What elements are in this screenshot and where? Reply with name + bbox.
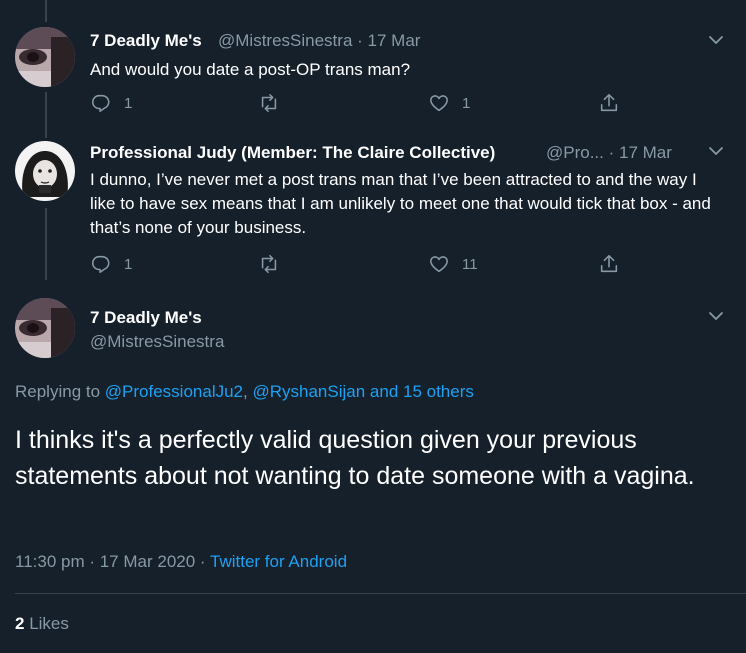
divider	[15, 593, 746, 594]
like-count: 1	[462, 94, 471, 112]
reply-count: 1	[124, 255, 133, 273]
share-icon	[600, 93, 618, 112]
meta-dot: ·	[608, 143, 620, 162]
replying-separator: ,	[243, 382, 248, 401]
tweet-meta: @MistresSinestra · 17 Mar	[218, 31, 420, 51]
avatar-image	[15, 141, 75, 201]
likes-label: Likes	[29, 614, 69, 633]
chevron-down-icon[interactable]	[706, 30, 726, 50]
retweet-button[interactable]	[258, 253, 280, 275]
likes-summary[interactable]: 2 Likes	[15, 614, 69, 634]
tweet-source[interactable]: Twitter for Android	[210, 552, 347, 571]
avatar[interactable]	[15, 141, 75, 201]
chevron-down-icon[interactable]	[706, 306, 726, 326]
tweet-text: I dunno, I’ve never met a post trans man…	[90, 170, 711, 237]
timestamp-dot: ·	[199, 552, 206, 571]
thread-line-bottom	[45, 208, 47, 280]
heart-icon	[430, 95, 448, 112]
reply-icon	[91, 94, 110, 113]
tweet-text: And would you date a post-OP trans man?	[90, 60, 411, 79]
avatar[interactable]	[15, 298, 75, 358]
tweet-meta: @Pro... · 17 Mar	[546, 143, 672, 163]
tweet-timestamp[interactable]: 11:30 pm · 17 Mar 2020	[15, 552, 195, 571]
share-icon	[600, 254, 618, 273]
share-button[interactable]	[598, 92, 620, 114]
handle[interactable]: @MistresSinestra	[218, 31, 352, 50]
display-name[interactable]: 7 Deadly Me's	[90, 31, 202, 51]
reply-count: 1	[124, 94, 133, 112]
like-count: 11	[462, 255, 478, 273]
likes-count: 2	[15, 614, 25, 633]
tweet-timestamp-row: 11:30 pm · 17 Mar 2020 · Twitter for And…	[15, 552, 347, 572]
reply-others-link[interactable]: @RyshanSijan and 15 others	[252, 382, 473, 401]
thread-line-middle	[45, 92, 47, 138]
retweet-icon	[261, 254, 277, 274]
meta-dot: ·	[357, 31, 368, 50]
reply-user-link[interactable]: @ProfessionalJu2	[105, 382, 243, 401]
avatar-image	[15, 27, 75, 87]
like-button[interactable]: 11	[428, 253, 478, 275]
handle[interactable]: @MistresSinestra	[90, 332, 224, 352]
handle[interactable]: @Pro...	[546, 143, 604, 162]
heart-icon	[430, 256, 448, 273]
chevron-down-icon[interactable]	[706, 141, 726, 161]
share-button[interactable]	[598, 253, 620, 275]
replying-to: Replying to @ProfessionalJu2, @RyshanSij…	[15, 382, 474, 402]
main-tweet-text: I thinks it's a perfectly valid question…	[15, 426, 695, 490]
thread-line-top	[45, 0, 47, 22]
tweet-date[interactable]: 17 Mar	[619, 143, 672, 162]
like-button[interactable]: 1	[428, 92, 470, 114]
retweet-icon	[261, 93, 277, 113]
avatar-image	[15, 298, 75, 358]
retweet-button[interactable]	[258, 92, 280, 114]
display-name[interactable]: 7 Deadly Me's	[90, 308, 202, 328]
replying-prefix: Replying to	[15, 382, 101, 401]
display-name[interactable]: Professional Judy (Member: The Claire Co…	[90, 143, 495, 163]
reply-button[interactable]: 1	[90, 253, 132, 275]
reply-button[interactable]: 1	[90, 92, 132, 114]
tweet-date[interactable]: 17 Mar	[368, 31, 421, 50]
reply-icon	[91, 255, 110, 274]
avatar[interactable]	[15, 27, 75, 87]
